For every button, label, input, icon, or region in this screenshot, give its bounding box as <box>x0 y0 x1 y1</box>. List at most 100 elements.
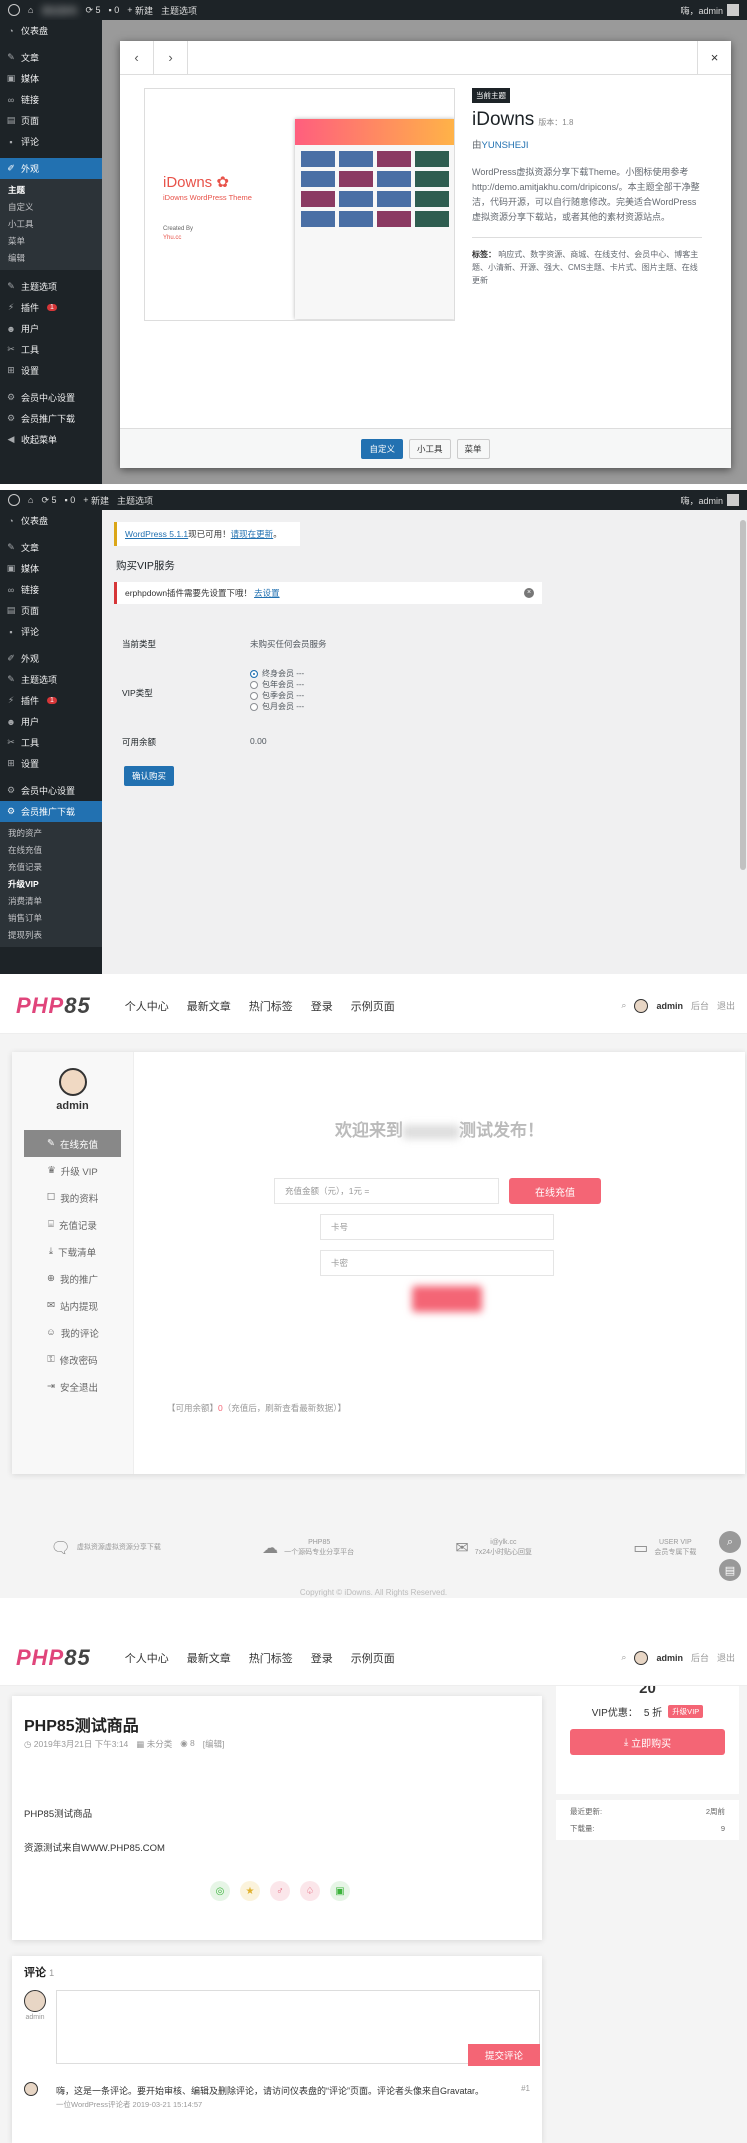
card-submit-button[interactable] <box>412 1286 482 1312</box>
submenu-themes[interactable]: 主题 <box>0 182 102 199</box>
menu-users[interactable]: ☻ 用户 <box>0 318 102 339</box>
nav-user-center[interactable]: 个人中心 <box>125 1650 169 1666</box>
menu-profile[interactable]: ☐ 我的资料 <box>24 1184 121 1211</box>
menu-dashboard[interactable]: ◔ 仪表盘 <box>0 510 102 531</box>
submenu-menus[interactable]: 菜单 <box>0 233 102 250</box>
menus-button[interactable]: 菜单 <box>456 438 490 459</box>
vip-option-yearly[interactable]: 包年会员 --- <box>250 679 304 690</box>
comments-link[interactable]: ▪ 0 <box>109 5 120 15</box>
site-name-link[interactable]: 测试发布 <box>41 4 77 17</box>
submenu-sales[interactable]: 销售订单 <box>0 910 102 927</box>
confirm-purchase-button[interactable]: 确认购买 <box>124 766 175 786</box>
backend-link[interactable]: 后台 <box>691 999 709 1012</box>
go-settings-link[interactable]: 去设置 <box>254 587 280 599</box>
site-logo[interactable]: PHP85 <box>16 993 91 1019</box>
submenu-assets[interactable]: 我的资产 <box>0 825 102 842</box>
account-menu[interactable]: 嗨，admin <box>680 494 739 507</box>
submenu-expenses[interactable]: 消费清单 <box>0 893 102 910</box>
submenu-recharge[interactable]: 在线充值 <box>0 842 102 859</box>
updates-link[interactable]: ⟳ 5 <box>85 5 100 16</box>
card-number-input[interactable]: 卡号 <box>320 1214 554 1240</box>
upgrade-vip-tag[interactable]: 升级VIP <box>668 1705 704 1718</box>
menu-tools[interactable]: ✂ 工具 <box>0 732 102 753</box>
scrollbar[interactable] <box>739 510 747 974</box>
author-link[interactable]: YUNSHEJI <box>482 140 529 151</box>
menu-tools[interactable]: ✂ 工具 <box>0 339 102 360</box>
avatar[interactable] <box>634 998 649 1013</box>
menu-recharge-log[interactable]: ⌸ 充值记录 <box>24 1211 121 1238</box>
menu-recharge[interactable]: ✎ 在线充值 <box>24 1130 121 1157</box>
search-icon[interactable]: ⌕ <box>621 1652 626 1663</box>
search-icon[interactable]: ⌕ <box>621 1000 626 1011</box>
edit-link[interactable]: [编辑] <box>203 1738 225 1750</box>
amount-input[interactable]: 充值金额（元），1元 = <box>274 1178 499 1204</box>
menu-promo-download[interactable]: ⚙ 会员推广下载 <box>0 801 102 822</box>
menu-collapse[interactable]: ◀ 收起菜单 <box>0 429 102 450</box>
douban-icon[interactable]: ▣ <box>330 1881 350 1901</box>
nav-login[interactable]: 登录 <box>311 1650 333 1666</box>
menu-withdraw[interactable]: ✉ 站内提现 <box>24 1292 121 1319</box>
submenu-upgrade-vip[interactable]: 升级VIP <box>0 876 102 893</box>
username[interactable]: admin <box>656 1001 683 1011</box>
customize-button[interactable]: 自定义 <box>361 438 403 459</box>
menu-theme-options[interactable]: ✎ 主题选项 <box>0 276 102 297</box>
logout-link[interactable]: 退出 <box>717 999 735 1012</box>
category-meta[interactable]: ▦ 未分类 <box>136 1738 172 1750</box>
menu-comments[interactable]: ▪ 评论 <box>0 621 102 642</box>
submenu-widgets[interactable]: 小工具 <box>0 216 102 233</box>
menu-plugins[interactable]: ⚡ 插件 1 <box>0 297 102 318</box>
avatar[interactable] <box>634 1650 649 1665</box>
updates-link[interactable]: ⟳ 5 <box>41 495 56 506</box>
menu-settings[interactable]: ⊞ 设置 <box>0 753 102 774</box>
search-float-icon[interactable]: ⌕ <box>719 1531 741 1553</box>
account-menu[interactable]: 嗨，admin <box>680 4 739 17</box>
new-link[interactable]: + 新建 <box>83 494 109 507</box>
recharge-button[interactable]: 在线充值 <box>509 1178 601 1204</box>
home-icon[interactable]: ⌂ <box>28 5 33 15</box>
submenu-recharge-log[interactable]: 充值记录 <box>0 859 102 876</box>
nav-user-center[interactable]: 个人中心 <box>125 998 169 1014</box>
update-now-link[interactable]: 请现在更新 <box>231 528 274 540</box>
menu-comments[interactable]: ☺ 我的评论 <box>24 1319 121 1346</box>
new-link[interactable]: + 新建 <box>127 4 153 17</box>
buy-now-button[interactable]: ⤓ 立即购买 <box>570 1729 725 1755</box>
nav-tags[interactable]: 热门标签 <box>249 1650 293 1666</box>
site-logo[interactable]: PHP85 <box>16 1645 91 1671</box>
nav-login[interactable]: 登录 <box>311 998 333 1014</box>
qq-icon[interactable]: ♤ <box>300 1881 320 1901</box>
menu-downloads[interactable]: ⤓ 下载清单 <box>24 1238 121 1265</box>
vip-option-quarterly[interactable]: 包季会员 --- <box>250 690 304 701</box>
vip-option-monthly[interactable]: 包月会员 --- <box>250 701 304 712</box>
theme-options-link[interactable]: 主题选项 <box>117 494 153 507</box>
menu-upgrade-vip[interactable]: ♛ 升级 VIP <box>24 1157 121 1184</box>
comments-link[interactable]: ▪ 0 <box>65 495 76 505</box>
wp-logo-icon[interactable] <box>8 494 20 506</box>
logout-link[interactable]: 退出 <box>717 1651 735 1664</box>
menu-media[interactable]: ▣ 媒体 <box>0 68 102 89</box>
menu-links[interactable]: ∞ 链接 <box>0 579 102 600</box>
wordpress-version-link[interactable]: WordPress 5.1.1 <box>125 529 188 539</box>
menu-promo-download[interactable]: ⚙ 会员推广下载 <box>0 408 102 429</box>
nav-sample-page[interactable]: 示例页面 <box>351 1650 395 1666</box>
nav-latest[interactable]: 最新文章 <box>187 1650 231 1666</box>
menu-member-settings[interactable]: ⚙ 会员中心设置 <box>0 387 102 408</box>
menu-settings[interactable]: ⊞ 设置 <box>0 360 102 381</box>
backend-link[interactable]: 后台 <box>691 1651 709 1664</box>
menu-dashboard[interactable]: ◔ 仪表盘 <box>0 20 102 41</box>
menu-posts[interactable]: ✎ 文章 <box>0 47 102 68</box>
menu-pages[interactable]: ▤ 页面 <box>0 600 102 621</box>
star-icon[interactable]: ★ <box>240 1881 260 1901</box>
submenu-customize[interactable]: 自定义 <box>0 199 102 216</box>
submit-comment-button[interactable]: 提交评论 <box>468 2044 540 2066</box>
menu-plugins[interactable]: ⚡ 插件 1 <box>0 690 102 711</box>
nav-sample-page[interactable]: 示例页面 <box>351 998 395 1014</box>
submenu-editor[interactable]: 编辑 <box>0 250 102 267</box>
next-theme-button[interactable]: › <box>154 40 188 75</box>
menu-posts[interactable]: ✎ 文章 <box>0 537 102 558</box>
menu-promotion[interactable]: ⊕ 我的推广 <box>24 1265 121 1292</box>
nav-latest[interactable]: 最新文章 <box>187 998 231 1014</box>
vip-option-lifetime[interactable]: 终身会员 --- <box>250 668 304 679</box>
previous-theme-button[interactable]: ‹ <box>120 40 154 75</box>
wechat-icon[interactable]: ◎ <box>210 1881 230 1901</box>
menu-comments[interactable]: ▪ 评论 <box>0 131 102 152</box>
